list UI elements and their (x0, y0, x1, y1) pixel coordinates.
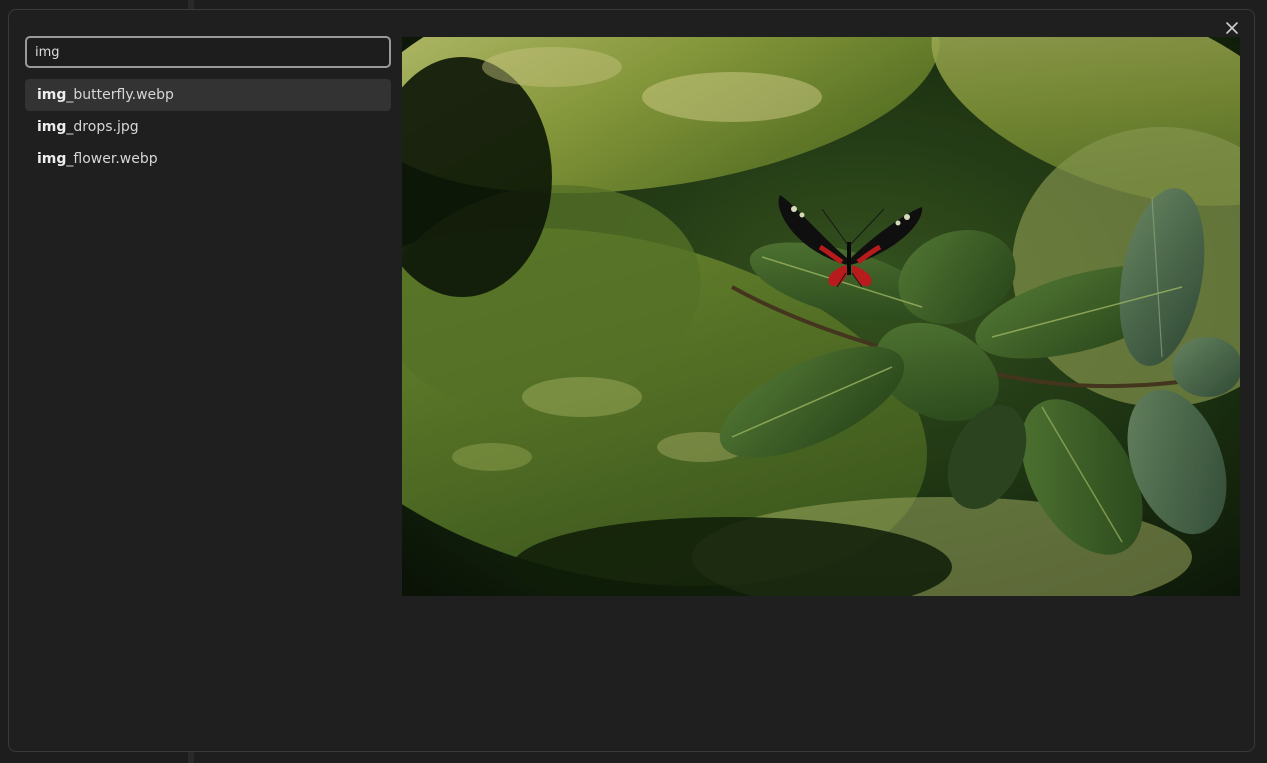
search-input[interactable] (25, 36, 391, 68)
result-match-text: img (37, 151, 67, 167)
result-match-text: img (37, 87, 67, 103)
result-match-text: img (37, 119, 67, 135)
result-rest-text: _drops.jpg (66, 119, 139, 135)
close-button[interactable] (1223, 19, 1241, 37)
butterfly-photo-icon (402, 37, 1240, 596)
close-icon (1226, 22, 1238, 34)
result-rest-text: _flower.webp (66, 151, 158, 167)
result-item-drops[interactable]: img_drops.jpg (25, 111, 391, 143)
results-list: img_butterfly.webp img_drops.jpg img_flo… (25, 79, 391, 175)
result-item-butterfly[interactable]: img_butterfly.webp (25, 79, 391, 111)
quick-switcher-modal: img_butterfly.webp img_drops.jpg img_flo… (8, 9, 1255, 752)
result-rest-text: _butterfly.webp (66, 87, 174, 103)
result-item-flower[interactable]: img_flower.webp (25, 143, 391, 175)
image-preview (402, 37, 1240, 596)
